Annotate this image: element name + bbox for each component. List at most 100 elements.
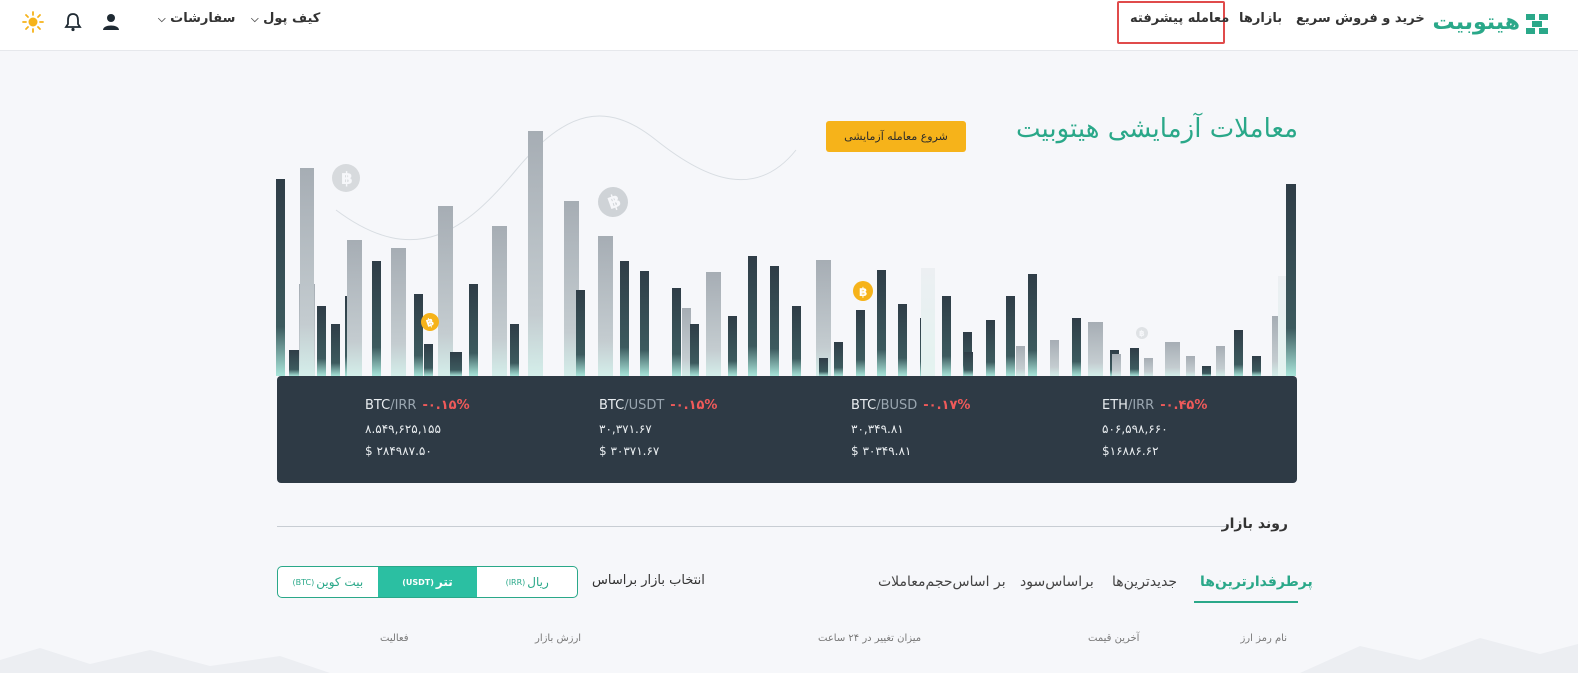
- bitcoin-icon: ฿: [1136, 327, 1148, 339]
- decorative-bar: [986, 320, 995, 376]
- ticker-price: ۵۰۶,۵۹۸,۶۶۰: [1102, 422, 1168, 436]
- segment-btc[interactable]: بیت کوین (BTC): [278, 567, 378, 597]
- ticker-pair: ETH/IRR -۰.۴۵%: [1102, 398, 1208, 413]
- svg-text:฿: ฿: [1139, 329, 1145, 338]
- ticker-usd-price: $ ۲۸۴۹۸۷.۵۰: [365, 444, 432, 458]
- decorative-bar: [706, 272, 721, 376]
- decorative-bar: [469, 284, 478, 376]
- top-navigation: هیتوبیت خرید و فروش سریع بازارها معامله …: [0, 0, 1578, 51]
- start-demo-trading-button[interactable]: شروع معامله آزمایشی: [826, 121, 966, 152]
- decorative-bar: [414, 294, 423, 376]
- decorative-bar: [1112, 354, 1121, 376]
- decorative-bar: [1050, 340, 1059, 376]
- wallet-label: کیف پول: [263, 11, 321, 26]
- decorative-bar: [1028, 274, 1037, 376]
- column-header-market-cap: ارزش بازار: [535, 633, 582, 644]
- decorative-bar: [438, 206, 453, 376]
- decorative-bar: [1144, 358, 1153, 376]
- decorative-bar: [391, 248, 406, 376]
- decorative-bar: [1072, 318, 1081, 376]
- decorative-bar: [856, 310, 865, 376]
- segment-irr[interactable]: ریال (IRR): [477, 567, 577, 597]
- decorative-bar: [1252, 356, 1261, 376]
- decorative-bar: [1016, 346, 1025, 376]
- ticker-pair: BTC/IRR -۰.۱۵%: [365, 398, 470, 413]
- logo[interactable]: هیتوبیت: [1428, 9, 1552, 37]
- decorative-bar: [640, 271, 649, 376]
- decorative-bar: [492, 226, 507, 376]
- decorative-bar: [510, 324, 519, 376]
- sun-icon[interactable]: [22, 11, 44, 33]
- logo-text: هیتوبیت: [1432, 10, 1520, 35]
- ticker-pair: BTC/USDT -۰.۱۵%: [599, 398, 718, 413]
- tab-by-volume[interactable]: بر اساس‌حجم‌معاملات: [878, 574, 1006, 590]
- orders-label: سفارشات: [170, 11, 236, 26]
- decorative-bar: [317, 306, 326, 376]
- decorative-bar: [748, 256, 757, 376]
- ticker-pair: BTC/BUSD -۰.۱۷%: [851, 398, 971, 413]
- decorative-bar: [576, 290, 585, 376]
- svg-text:฿: ฿: [341, 169, 353, 189]
- column-header-name: نام رمز ارز: [1240, 633, 1287, 644]
- svg-text:฿: ฿: [859, 285, 867, 299]
- ticker-change: -۰.۱۷%: [923, 398, 971, 413]
- tab-most-popular[interactable]: پرطرفدارترین‌ها: [1200, 574, 1313, 590]
- column-header-activity: فعالیت: [380, 633, 409, 644]
- decorative-bar: [300, 168, 314, 376]
- decorative-bar: [942, 296, 951, 376]
- tab-by-profit[interactable]: براساس‌سود: [1020, 574, 1094, 590]
- ticker-change: -۰.۱۵%: [670, 398, 718, 413]
- ticker-usd-price: $ ۳۰۳۷۱.۶۷: [599, 444, 660, 458]
- decorative-bar: [1165, 342, 1180, 376]
- decorative-bar: [528, 131, 543, 376]
- decorative-bar: [834, 342, 843, 376]
- ticker-price: ۳۰,۳۴۹.۸۱: [851, 422, 904, 436]
- decorative-bar: [964, 352, 973, 376]
- decorative-bar: [598, 236, 613, 376]
- tab-newest[interactable]: جدیدترین‌ها: [1112, 574, 1177, 590]
- decorative-bar: [877, 270, 886, 376]
- decorative-bar: [276, 179, 285, 376]
- decorative-bar: [1202, 366, 1211, 376]
- decorative-bar: [1216, 346, 1225, 376]
- decorative-bar: [289, 350, 299, 376]
- decorative-bar: [770, 266, 779, 376]
- decorative-bar: [792, 306, 801, 376]
- market-trend-title: روند بازار: [1221, 516, 1288, 532]
- market-select-label: انتخاب بازار براساس: [592, 573, 705, 588]
- decorative-bar: [898, 304, 907, 376]
- bitcoin-icon: ฿: [853, 281, 873, 301]
- nav-wallet-dropdown[interactable]: کیف پول ⌵: [245, 11, 320, 26]
- hero-title: معاملات آزمایشی هیتوبیت: [1015, 114, 1298, 144]
- ticker-price: ۳۰,۳۷۱.۶۷: [599, 422, 652, 436]
- logo-mark-icon: [1526, 14, 1548, 34]
- decorative-bar: [372, 261, 381, 376]
- ticker-item[interactable]: BTC/IRR -۰.۱۵% ۸.۵۴۹,۶۲۵,۱۵۵ $ ۲۸۴۹۸۷.۵۰: [365, 398, 470, 458]
- ticker-item[interactable]: ETH/IRR -۰.۴۵% ۵۰۶,۵۹۸,۶۶۰ $۱۶۸۸۶.۶۲: [1102, 398, 1207, 458]
- active-tab-indicator: [1194, 601, 1298, 603]
- ticker-usd-price: $۱۶۸۸۶.۶۲: [1102, 444, 1159, 458]
- decorative-bar: [347, 240, 362, 376]
- column-header-24h-change: میزان تغییر در ۲۴ ساعت: [818, 633, 922, 644]
- bell-icon[interactable]: [62, 11, 84, 33]
- nav-quick-trade[interactable]: خرید و فروش سریع: [1296, 11, 1425, 26]
- decorative-bar: [1130, 348, 1139, 376]
- chevron-down-icon: ⌵: [251, 14, 259, 25]
- ticker-change: -۰.۱۵%: [422, 398, 470, 413]
- user-icon[interactable]: [100, 11, 122, 33]
- ticker-item[interactable]: BTC/USDT -۰.۱۵% ۳۰,۳۷۱.۶۷ $ ۳۰۳۷۱.۶۷: [599, 398, 717, 458]
- decorative-bar: [1088, 322, 1103, 376]
- segment-usdt[interactable]: تتر (USDT): [377, 567, 478, 597]
- ticker-price: ۸.۵۴۹,۶۲۵,۱۵۵: [365, 422, 441, 436]
- decorative-bar: [620, 261, 629, 376]
- nav-orders-dropdown[interactable]: سفارشات ⌵: [152, 11, 235, 26]
- column-header-last-price: آخرین قیمت: [1088, 633, 1140, 644]
- decorative-bar: [1234, 330, 1243, 376]
- decorative-bar: [331, 324, 340, 376]
- price-ticker: BTC/IRR -۰.۱۵% ۸.۵۴۹,۶۲۵,۱۵۵ $ ۲۸۴۹۸۷.۵۰ …: [277, 376, 1297, 483]
- nav-markets[interactable]: بازارها: [1239, 11, 1282, 26]
- decorative-bar: [819, 358, 828, 376]
- demo-trading-hero: ฿ ฿ ฿ ฿ ฿ معاملات آزمایشی هیتوبیت شروع م…: [276, 110, 1298, 380]
- nav-advanced-trade[interactable]: معامله پیشرفته: [1130, 11, 1229, 26]
- ticker-item[interactable]: BTC/BUSD -۰.۱۷% ۳۰,۳۴۹.۸۱ $ ۳۰۳۴۹.۸۱: [851, 398, 970, 458]
